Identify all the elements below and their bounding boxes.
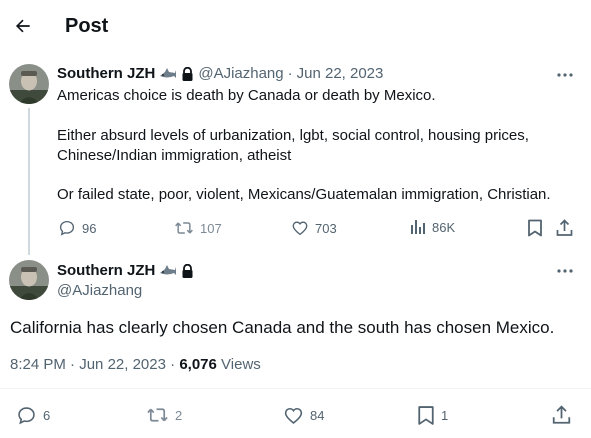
bookmark-button[interactable] — [527, 219, 543, 237]
bookmark-icon — [527, 219, 543, 237]
repost-count: 107 — [200, 220, 222, 236]
like-count: 703 — [315, 220, 337, 236]
bar-chart-icon — [410, 219, 426, 235]
tweet-text-line: Americas choice is death by Canada or de… — [57, 87, 436, 104]
more-dots-icon — [557, 269, 573, 273]
views-label: Views — [221, 356, 261, 373]
post-metadata: 8:24 PM · Jun 22, 2023 · 6,076 Views — [10, 355, 261, 375]
shark-emoji-icon — [159, 264, 177, 278]
post-date[interactable]: Jun 22, 2023 — [79, 356, 166, 373]
reply-bubble-icon — [58, 219, 76, 237]
parent-tweet-header: Southern JZH @AJiazhang · Jun 22, 2023 — [57, 64, 383, 84]
more-options-button[interactable] — [554, 262, 576, 280]
share-upload-icon — [556, 219, 573, 237]
avatar[interactable] — [9, 64, 49, 104]
handle[interactable]: @AJiazhang — [198, 64, 283, 84]
lock-icon — [181, 66, 194, 82]
reply-bubble-icon — [16, 405, 37, 426]
repost-arrows-icon — [174, 219, 194, 237]
handle[interactable]: @AJiazhang — [57, 281, 142, 301]
heart-icon — [291, 219, 309, 237]
reply-button[interactable]: 6 — [16, 405, 50, 426]
share-button[interactable] — [556, 219, 573, 237]
separator-dot: · — [170, 356, 176, 373]
shark-emoji-icon — [159, 67, 177, 81]
bookmark-icon — [417, 405, 435, 426]
avatar[interactable] — [9, 260, 49, 300]
post-time[interactable]: 8:24 PM — [10, 356, 66, 373]
display-name[interactable]: Southern JZH — [57, 64, 155, 84]
heart-icon — [283, 405, 304, 426]
repost-count: 2 — [175, 407, 183, 423]
like-count: 84 — [310, 408, 325, 423]
repost-arrows-icon — [146, 405, 169, 425]
back-button[interactable] — [6, 10, 40, 42]
tweet-text-line: Or failed state, poor, violent, Mexicans… — [57, 186, 551, 203]
more-options-button[interactable] — [554, 66, 576, 84]
like-button[interactable]: 703 — [291, 219, 337, 237]
repost-button[interactable]: 107 — [174, 219, 222, 237]
like-button[interactable]: 84 — [283, 405, 324, 426]
views-button[interactable]: 86K — [410, 219, 455, 235]
bookmark-count: 1 — [441, 408, 449, 423]
tweet-text: California has clearly chosen Canada and… — [10, 318, 555, 337]
tweet-text-line: Either absurd levels of urbanization, lg… — [57, 127, 529, 144]
page-title: Post — [65, 15, 109, 37]
divider — [0, 388, 591, 389]
views-count: 6,076 — [179, 356, 217, 373]
share-button[interactable] — [552, 405, 571, 425]
post-date[interactable]: Jun 22, 2023 — [297, 64, 384, 84]
tweet-text-line: Chinese/Indian immigration, atheist — [57, 147, 292, 164]
separator-dot: · — [287, 65, 293, 82]
separator-dot: · — [70, 356, 76, 373]
bookmark-button[interactable]: 1 — [417, 405, 448, 426]
reply-button[interactable]: 96 — [58, 219, 96, 237]
reply-count: 6 — [43, 408, 51, 423]
more-dots-icon — [557, 73, 573, 77]
reply-count: 96 — [82, 220, 97, 236]
focus-tweet-header: Southern JZH — [57, 261, 194, 281]
views-count: 86K — [432, 219, 456, 235]
arrow-left-icon — [13, 16, 33, 36]
repost-button[interactable]: 2 — [146, 405, 182, 425]
share-upload-icon — [552, 405, 571, 425]
thread-connector-line — [28, 108, 30, 255]
lock-icon — [181, 263, 194, 279]
display-name[interactable]: Southern JZH — [57, 261, 155, 281]
